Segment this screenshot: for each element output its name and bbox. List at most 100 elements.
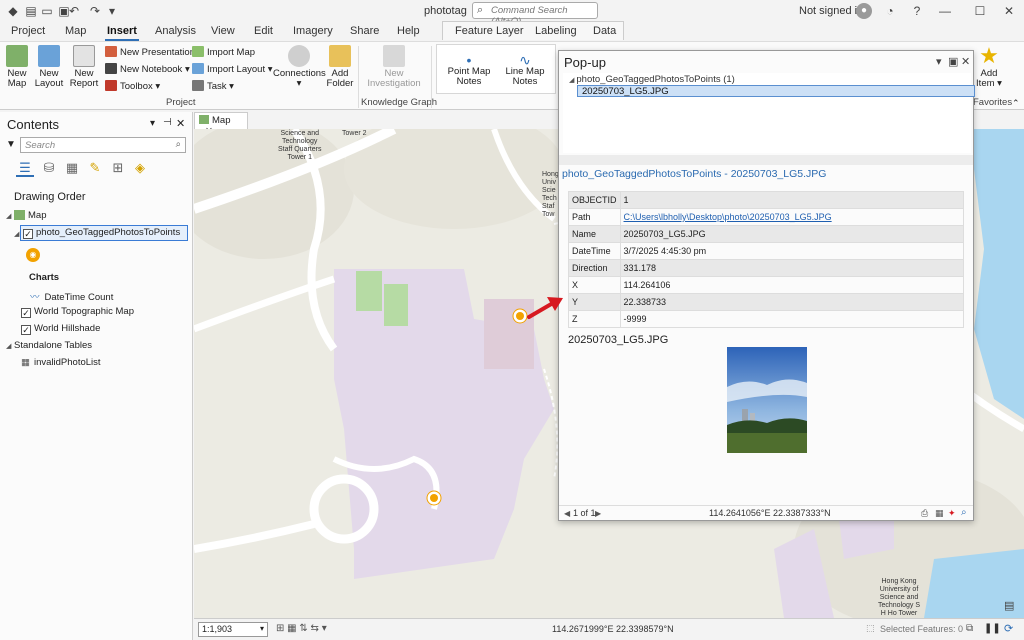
tab-labeling[interactable]: Labeling xyxy=(535,25,577,37)
import-map-button[interactable]: Import Map xyxy=(192,46,255,58)
zoom-to-icon[interactable]: ⌕ xyxy=(961,507,967,518)
new-layout-button[interactable]: New Layout xyxy=(34,45,64,89)
notifications-icon[interactable]: ◔ xyxy=(882,3,898,19)
signin-status[interactable]: Not signed in xyxy=(799,5,863,17)
tab-share[interactable]: Share xyxy=(350,25,379,37)
tab-help[interactable]: Help xyxy=(397,25,420,37)
tab-feature-layer[interactable]: Feature Layer xyxy=(455,25,523,37)
search-icon: ⌕ xyxy=(477,4,484,16)
add-item-button[interactable]: ★ Add Item ▾ xyxy=(976,45,1002,89)
attribute-row: Y 22.338733 xyxy=(568,293,965,311)
next-icon[interactable]: ▶ xyxy=(595,509,601,518)
tree-chart-datetime-count[interactable]: 〰 DateTime Count xyxy=(30,289,113,303)
tab-insert[interactable]: Insert xyxy=(105,25,139,41)
charts-heading: Charts xyxy=(29,272,60,283)
attribute-row: X 114.264106 xyxy=(568,276,965,294)
new-presentation-button[interactable]: New Presentation xyxy=(105,46,195,58)
line-map-notes-button[interactable]: ∿ Line Map Notes xyxy=(499,53,551,87)
maximize-icon[interactable]: ☐ xyxy=(972,3,988,19)
contents-search-input[interactable]: Search ⌕ xyxy=(20,137,186,153)
status-tools-icons[interactable]: ⊞ ▦ ⇅ ⇆ ▾ xyxy=(276,623,327,634)
new-report-button[interactable]: New Report xyxy=(68,45,100,89)
popup-close-icon[interactable]: ✕ xyxy=(961,55,970,68)
pin-icon[interactable]: ⊣ xyxy=(163,117,172,128)
tree-basemap-hillshade[interactable]: ✓ World Hillshade xyxy=(21,323,100,335)
command-search-input[interactable]: ⌕ Command Search (Alt+Q) xyxy=(472,2,598,27)
popup-photo[interactable] xyxy=(727,347,807,453)
list-by-editing-icon[interactable]: ✎ xyxy=(86,159,104,177)
collapse-icon[interactable]: ◢ xyxy=(6,212,14,220)
list-by-source-icon[interactable]: ⛁ xyxy=(40,159,58,177)
customize-toolbar-icon[interactable]: ▾ xyxy=(105,4,119,18)
tab-edit[interactable]: Edit xyxy=(254,25,273,37)
list-by-snapping-icon[interactable]: ⊞ xyxy=(109,159,127,177)
tab-map[interactable]: Map xyxy=(65,25,86,37)
list-by-labeling-icon[interactable]: ◈ xyxy=(131,159,149,177)
connections-button[interactable]: Connections ▾ xyxy=(273,45,326,89)
list-by-selection-icon[interactable]: ▦ xyxy=(63,159,81,177)
filter-icon[interactable]: ▼ xyxy=(6,139,16,150)
collapse-ribbon-icon[interactable]: ⌃ xyxy=(1012,98,1020,109)
scale-selector[interactable]: 1:1,903 ▾ xyxy=(198,622,268,637)
camera-icon: ◉ xyxy=(26,248,40,262)
new-map-button[interactable]: New Map xyxy=(4,45,30,89)
new-project-icon[interactable]: ▤ xyxy=(24,4,38,18)
task-button[interactable]: Task ▾ xyxy=(192,80,234,92)
attribute-row: Direction 331.178 xyxy=(568,259,965,277)
tab-data[interactable]: Data xyxy=(593,25,616,37)
popup-options-icon[interactable]: ▾ xyxy=(936,55,942,68)
toolbox-icon xyxy=(105,80,117,91)
open-project-icon[interactable]: ▭ xyxy=(40,4,54,18)
table-icon[interactable]: ▦ xyxy=(935,508,944,519)
undo-icon[interactable]: ↶ xyxy=(67,4,81,18)
tree-standalone-tables[interactable]: ◢ Standalone Tables xyxy=(6,340,92,351)
tab-imagery[interactable]: Imagery xyxy=(293,25,333,37)
refresh-icon[interactable]: ⟳ xyxy=(1004,622,1013,635)
attribute-value: 331.178 xyxy=(619,259,965,277)
new-investigation-button[interactable]: New Investigation xyxy=(362,45,426,89)
layer-visibility-checkbox[interactable]: ✓ xyxy=(21,308,31,318)
attribute-row: Z -9999 xyxy=(568,310,965,328)
flash-icon[interactable]: ✦ xyxy=(948,508,956,519)
attribute-key: Direction xyxy=(568,259,621,277)
layer-visibility-checkbox[interactable]: ✓ xyxy=(21,325,31,335)
collapse-icon[interactable]: ◢ xyxy=(6,342,14,350)
tab-analysis[interactable]: Analysis xyxy=(155,25,196,37)
import-layout-button[interactable]: Import Layout ▾ xyxy=(192,63,273,75)
print-icon[interactable]: ⎙ xyxy=(921,508,928,519)
collapse-icon[interactable]: ◢ xyxy=(14,228,22,239)
point-map-notes-button[interactable]: • Point Map Notes xyxy=(441,53,497,87)
map-icon xyxy=(14,210,25,220)
new-notebook-button[interactable]: New Notebook ▾ xyxy=(105,63,190,75)
toolbox-button[interactable]: Toolbox ▾ xyxy=(105,80,160,92)
add-folder-button[interactable]: Add Folder xyxy=(326,45,354,89)
table-toggle-icon[interactable]: ⧉ xyxy=(966,623,973,634)
tab-project[interactable]: Project xyxy=(11,25,45,37)
group-label-knowledge-graph: Knowledge Graph xyxy=(361,97,438,108)
popup-maximize-icon[interactable]: ▣ xyxy=(948,55,958,68)
close-pane-icon[interactable]: ✕ xyxy=(176,117,185,130)
map-icon xyxy=(199,115,209,124)
pane-options-icon[interactable]: ▾ xyxy=(150,118,155,129)
previous-icon[interactable]: ◀ xyxy=(564,509,570,518)
close-icon[interactable]: ✕ xyxy=(1001,3,1017,19)
avatar[interactable]: ● xyxy=(856,3,872,19)
popup-feature-node[interactable]: 20250703_LG5.JPG xyxy=(577,85,975,97)
database-icon xyxy=(288,45,310,67)
help-icon[interactable]: ? xyxy=(909,3,925,19)
redo-icon[interactable]: ↷ xyxy=(88,4,102,18)
attribute-link[interactable]: C:\Users\lbholly\Desktop\photo\20250703_… xyxy=(624,212,832,222)
map-view-tab[interactable]: Map ✕ xyxy=(194,112,248,137)
tab-view[interactable]: View xyxy=(211,25,235,37)
tree-basemap-topographic[interactable]: ✓ World Topographic Map xyxy=(21,306,134,318)
tree-map[interactable]: ◢ Map xyxy=(6,210,46,221)
pause-drawing-icon[interactable]: ❚❚ xyxy=(984,623,1001,634)
tree-table-invalid-photo-list[interactable]: ▦ invalidPhotoList xyxy=(21,357,101,368)
minimize-icon[interactable]: — xyxy=(937,3,953,19)
popup-layer-node[interactable]: ◢ photo_GeoTaggedPhotosToPoints (1) xyxy=(569,74,735,85)
layer-visibility-checkbox[interactable]: ✓ xyxy=(23,229,33,239)
list-by-drawing-order-icon[interactable]: ☰ xyxy=(16,159,34,177)
popup-splitter[interactable] xyxy=(559,155,973,165)
tree-layer-photo[interactable]: ✓ photo_GeoTaggedPhotosToPoints xyxy=(20,225,188,241)
map-tools-icon[interactable]: ▤ xyxy=(1004,599,1014,612)
